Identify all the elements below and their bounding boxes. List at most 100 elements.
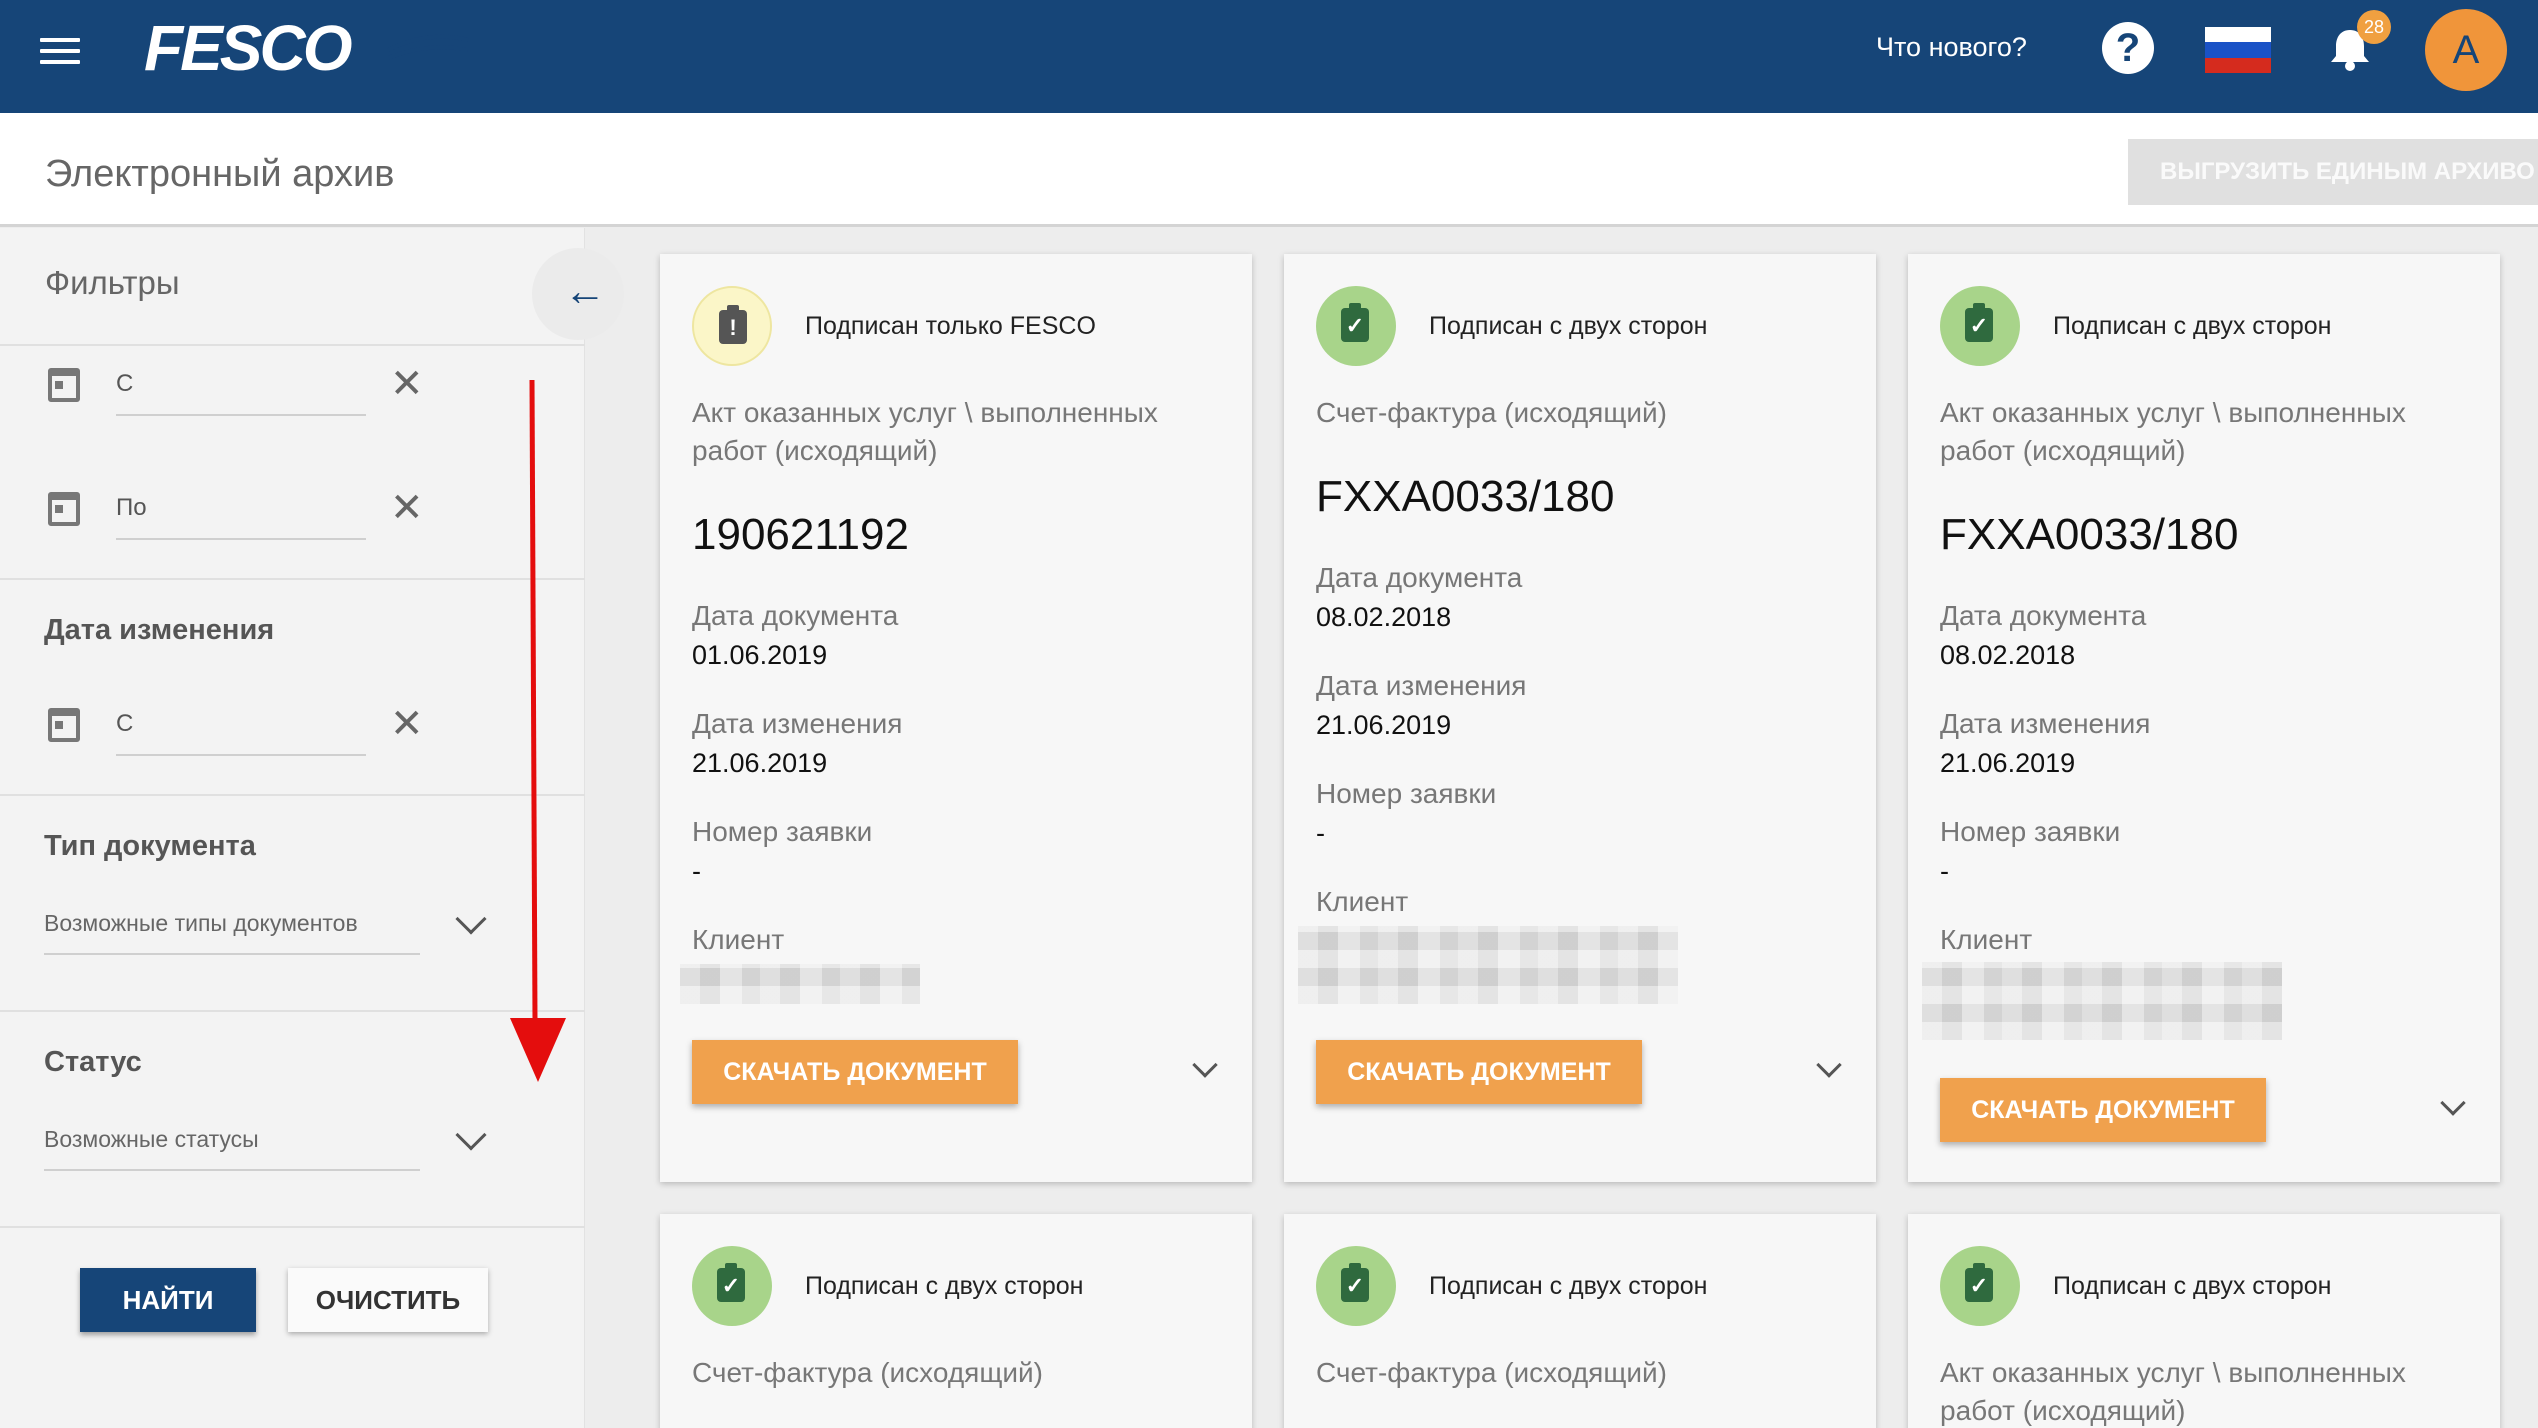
help-icon[interactable]: ? [2102, 22, 2154, 74]
download-document-button[interactable]: СКАЧАТЬ ДОКУМЕНТ [692, 1040, 1018, 1104]
clipboard-check-icon: ✓ [1341, 1263, 1369, 1302]
doc-date-label: Дата документа [1316, 562, 1523, 593]
request-number-label: Номер заявки [692, 816, 873, 847]
change-date-label: Дата изменения [1316, 670, 1527, 701]
export-archive-button[interactable]: ВЫГРУЗИТЬ ЕДИНЫМ АРХИВО [2128, 139, 2538, 205]
doc-number: FXXA0033/180 [1316, 472, 1615, 521]
request-number-value: - [1316, 818, 1325, 848]
doc-type-title: Тип документа [44, 830, 256, 862]
status-badge: ✓ [692, 1246, 772, 1326]
user-avatar[interactable]: А [2425, 9, 2507, 91]
status-label: Подписан только FESCO [805, 312, 1096, 340]
clipboard-check-icon: ✓ [1341, 303, 1369, 342]
request-number-value: - [692, 856, 701, 886]
doc-date-value: 01.06.2019 [692, 640, 828, 670]
calendar-icon[interactable] [48, 708, 80, 742]
clear-date-to-icon[interactable]: ✕ [390, 488, 424, 528]
status-title: Статус [44, 1046, 142, 1078]
date-to-input[interactable]: По [116, 494, 366, 540]
download-document-button[interactable]: СКАЧАТЬ ДОКУМЕНТ [1940, 1078, 2266, 1142]
doc-date-label: Дата документа [1940, 600, 2147, 631]
change-date-label: Дата изменения [692, 708, 903, 739]
chevron-down-icon[interactable] [2440, 1090, 2466, 1116]
download-document-button[interactable]: СКАЧАТЬ ДОКУМЕНТ [1316, 1040, 1642, 1104]
date-from-input[interactable]: С [116, 370, 366, 416]
document-card: ✓ Подписан с двух сторон Счет-фактура (и… [1284, 254, 1876, 1182]
doc-number: 190621192 [692, 510, 909, 559]
change-date-value: 21.06.2019 [1316, 710, 1452, 740]
request-number-label: Номер заявки [1316, 778, 1497, 809]
change-date-title: Дата изменения [44, 614, 275, 646]
doc-date-value: 08.02.2018 [1940, 640, 2076, 670]
divider [0, 1010, 585, 1012]
status-label: Подписан с двух сторон [1429, 312, 1708, 340]
client-value-redacted [680, 964, 920, 1004]
document-card: ✓ Подписан с двух сторон Акт оказанных у… [1908, 1214, 2500, 1428]
clipboard-check-icon: ✓ [1965, 1263, 1993, 1302]
divider [0, 578, 585, 580]
doc-date-value: 08.02.2018 [1316, 602, 1452, 632]
doc-type: Счет-фактура (исходящий) [1316, 1357, 1667, 1388]
divider [0, 344, 585, 346]
svg-text:FESCO: FESCO [144, 20, 352, 80]
document-card: ✓ Подписан с двух сторон Акт оказанных у… [1908, 254, 2500, 1182]
status-badge: ✓ [1316, 1246, 1396, 1326]
clipboard-check-icon: ✓ [1965, 303, 1993, 342]
page-title: Электронный архив [45, 153, 395, 195]
chevron-down-icon[interactable] [455, 1119, 487, 1151]
clipboard-check-icon: ✓ [717, 1263, 745, 1302]
doc-type: Счет-фактура (исходящий) [1316, 397, 1667, 428]
request-number-value: - [1940, 856, 1949, 886]
filters-title: Фильтры [45, 264, 180, 301]
chevron-down-icon[interactable] [1192, 1052, 1218, 1078]
status-label: Подписан с двух сторон [2053, 1272, 2332, 1300]
doc-type: Счет-фактура (исходящий) [692, 1357, 1043, 1388]
find-button[interactable]: НАЙТИ [80, 1268, 256, 1332]
doc-type-select[interactable]: Возможные типы документов [44, 910, 420, 955]
doc-type: Акт оказанных услуг \ выполненных работ … [692, 397, 1158, 466]
flag-stripe-red [2205, 57, 2271, 73]
doc-type: Акт оказанных услуг \ выполненных работ … [1940, 1357, 2406, 1426]
client-label: Клиент [1940, 924, 2033, 955]
change-date-value: 21.06.2019 [692, 748, 828, 778]
status-label: Подписан с двух сторон [2053, 312, 2332, 340]
page-header: Электронный архив ВЫГРУЗИТЬ ЕДИНЫМ АРХИВ… [0, 113, 2538, 227]
doc-type: Акт оказанных услуг \ выполненных работ … [1940, 397, 2406, 466]
fesco-logo[interactable]: FESCO [138, 20, 473, 80]
flag-stripe-blue [2205, 42, 2271, 58]
clear-filters-button[interactable]: ОЧИСТИТЬ [288, 1268, 488, 1332]
russian-flag-icon[interactable] [2205, 27, 2271, 73]
client-value-redacted [1298, 926, 1678, 1004]
chevron-down-icon[interactable] [1816, 1052, 1842, 1078]
doc-date-label: Дата документа [692, 600, 899, 631]
client-value-redacted [1922, 962, 2282, 1040]
clear-date-from-icon[interactable]: ✕ [390, 364, 424, 404]
status-select[interactable]: Возможные статусы [44, 1126, 420, 1171]
calendar-icon[interactable] [48, 492, 80, 526]
notification-count-badge: 28 [2357, 10, 2391, 44]
clear-change-date-icon[interactable]: ✕ [390, 704, 424, 744]
doc-number: FXXA0033/180 [1940, 510, 2239, 559]
divider [0, 794, 585, 796]
whats-new-link[interactable]: Что нового? [1876, 32, 2027, 63]
request-number-label: Номер заявки [1940, 816, 2121, 847]
status-badge: ✓ [1316, 286, 1396, 366]
flag-stripe-white [2205, 27, 2271, 43]
top-app-bar: FESCO Что нового? ? 28 А [0, 0, 2538, 113]
status-badge: ! [692, 286, 772, 366]
document-card: ! Подписан только FESCO Акт оказанных ус… [660, 254, 1252, 1182]
annotation-arrow [510, 380, 566, 1082]
status-badge: ✓ [1940, 286, 2020, 366]
status-badge: ✓ [1940, 1246, 2020, 1326]
menu-icon[interactable] [40, 38, 80, 64]
change-date-from-input[interactable]: С [116, 710, 366, 756]
document-card: ✓ Подписан с двух сторон Счет-фактура (и… [1284, 1214, 1876, 1428]
calendar-icon[interactable] [48, 368, 80, 402]
collapse-filters-arrow-icon[interactable]: ← [532, 248, 624, 340]
divider [0, 1226, 585, 1228]
client-label: Клиент [1316, 886, 1409, 917]
chevron-down-icon[interactable] [455, 903, 487, 935]
document-card: ✓ Подписан с двух сторон Счет-фактура (и… [660, 1214, 1252, 1428]
status-label: Подписан с двух сторон [805, 1272, 1084, 1300]
status-label: Подписан с двух сторон [1429, 1272, 1708, 1300]
